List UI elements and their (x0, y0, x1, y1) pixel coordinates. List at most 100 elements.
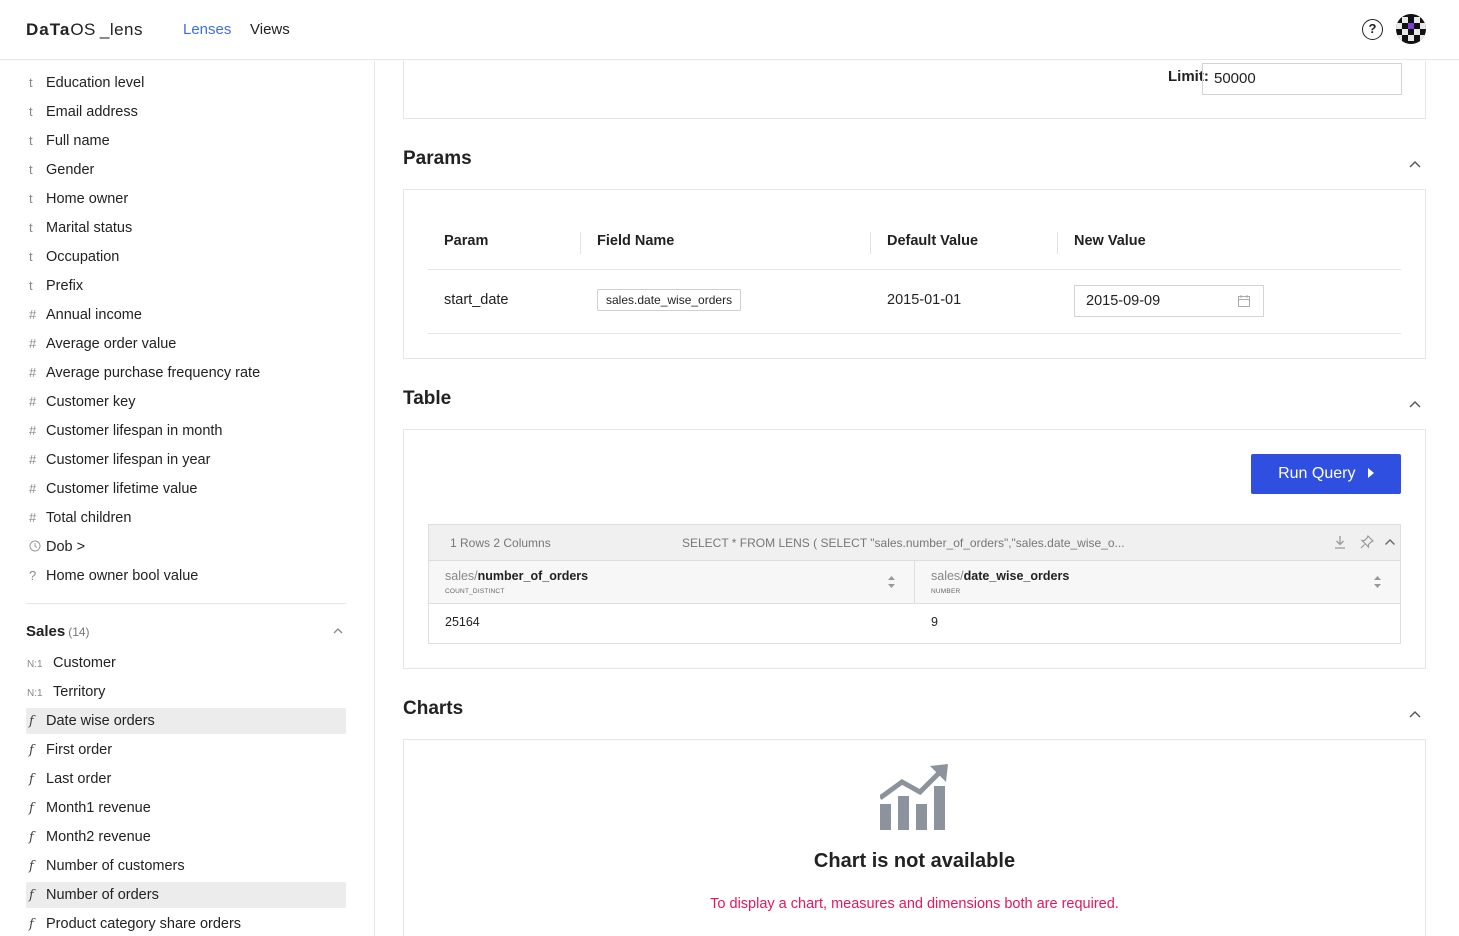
sidebar-field-item[interactable]: t Home owner (26, 186, 346, 212)
default-value: 2015-01-01 (887, 292, 962, 308)
sidebar-field-item[interactable]: t Marital status (26, 215, 346, 241)
sort-icon[interactable] (1373, 575, 1382, 589)
sidebar-field-item[interactable]: t Full name (26, 128, 346, 154)
sidebar-field-item[interactable]: f Date wise orders (26, 708, 346, 734)
run-query-button[interactable]: Run Query (1251, 454, 1401, 494)
nav-lenses[interactable]: Lenses (183, 21, 231, 38)
field-name-header: Field Name (597, 233, 675, 249)
sidebar-field-item[interactable]: N:1 Territory (26, 679, 346, 705)
sidebar-field-item[interactable]: # Total children (26, 505, 346, 531)
results-grid: 1 Rows 2 Columns SELECT * FROM LENS ( SE… (428, 524, 1401, 644)
limit-card: Limit: 50000 (403, 61, 1426, 119)
sidebar-field-item[interactable]: t Email address (26, 99, 346, 125)
results-toolbar: 1 Rows 2 Columns SELECT * FROM LENS ( SE… (429, 525, 1400, 561)
sidebar-field-item[interactable]: f Last order (26, 766, 346, 792)
sidebar-field-item[interactable]: # Customer lifetime value (26, 476, 346, 502)
column-type: COUNT_DISTINCT (445, 588, 505, 595)
relation-icon: N:1 (27, 688, 43, 699)
sidebar-field-item[interactable]: f First order (26, 737, 346, 763)
fields-sidebar: t Education level t Email address t Full name… (0, 61, 375, 936)
unknown-type-icon: ? (29, 568, 37, 583)
group-title-sales[interactable]: Sales (14) (26, 623, 90, 640)
number-type-icon: # (29, 394, 37, 409)
sidebar-field-label: Email address (46, 104, 138, 120)
sidebar-field-label: First order (46, 742, 113, 758)
limit-input[interactable]: 50000 (1202, 63, 1402, 95)
number-type-icon: # (29, 423, 37, 438)
new-value-header: New Value (1074, 233, 1146, 249)
sort-icon[interactable] (887, 575, 896, 589)
divider (26, 603, 346, 604)
sidebar-field-item[interactable]: # Customer key (26, 389, 346, 415)
sidebar-field-label: Customer lifespan in month (46, 423, 223, 439)
charts-title: Charts (403, 698, 464, 719)
function-icon: f (29, 917, 34, 932)
sidebar-field-item[interactable]: # Customer lifespan in month (26, 418, 346, 444)
avatar[interactable] (1396, 14, 1426, 44)
sidebar-field-item[interactable]: f Number of orders (26, 882, 346, 908)
chevron-up-icon[interactable] (1408, 157, 1422, 171)
column-type: NUMBER (931, 588, 961, 595)
pin-icon[interactable] (1360, 535, 1374, 549)
sidebar-field-item[interactable]: f Month1 revenue (26, 795, 346, 821)
sidebar-field-item[interactable]: f Product category share orders (26, 911, 346, 936)
sidebar-field-item[interactable]: # Customer lifespan in year (26, 447, 346, 473)
text-type-icon: t (29, 249, 33, 264)
column-header[interactable]: sales/date_wise_orders NUMBER (915, 561, 1400, 604)
sidebar-field-item[interactable]: t Occupation (26, 244, 346, 270)
query-preview[interactable]: SELECT * FROM LENS ( SELECT "sales.numbe… (682, 536, 1125, 550)
chevron-up-icon[interactable] (1384, 536, 1396, 548)
column-header[interactable]: sales/number_of_orders COUNT_DISTINCT (429, 561, 915, 604)
text-type-icon: t (29, 75, 33, 90)
sidebar-field-label: Marital status (46, 220, 133, 236)
sidebar-field-item[interactable]: t Prefix (26, 273, 346, 299)
app-logo[interactable]: DaTaOS _lens (26, 20, 143, 40)
nav-views[interactable]: Views (250, 21, 290, 38)
sidebar-field-label: Average purchase frequency rate (46, 365, 261, 381)
chart-empty-message: To display a chart, measures and dimensi… (710, 896, 1119, 912)
column-separator (580, 232, 581, 254)
default-value-header: Default Value (887, 233, 979, 249)
sidebar-field-label: Annual income (46, 307, 142, 323)
clock-icon (26, 534, 46, 560)
help-icon[interactable]: ? (1362, 19, 1383, 40)
download-icon[interactable] (1334, 535, 1346, 549)
results-summary: 1 Rows 2 Columns (450, 536, 551, 550)
sidebar-field-label: Customer lifespan in year (46, 452, 211, 468)
chevron-up-icon[interactable] (1408, 397, 1422, 411)
sidebar-field-item[interactable]: # Annual income (26, 302, 346, 328)
chevron-up-icon[interactable] (1408, 707, 1422, 721)
sidebar-field-item[interactable]: t Gender (26, 157, 346, 183)
sidebar-field-label: Full name (46, 133, 110, 149)
field-name-chip: sales.date_wise_orders (597, 289, 742, 311)
number-type-icon: # (29, 307, 37, 322)
sidebar-field-label: Customer (53, 655, 116, 671)
calendar-icon[interactable] (1238, 295, 1250, 307)
sidebar-field-label: Total children (46, 510, 132, 526)
sidebar-field-label: Home owner (46, 191, 129, 207)
sidebar-field-label: Last order (46, 771, 112, 787)
text-type-icon: t (29, 278, 33, 293)
sidebar-field-label: Customer key (46, 394, 136, 410)
function-icon: f (29, 801, 34, 816)
sidebar-field-item[interactable]: ? Home owner bool value (26, 563, 346, 589)
table-cell[interactable]: 9 (931, 615, 938, 629)
sidebar-field-item[interactable]: f Month2 revenue (26, 824, 346, 850)
sidebar-field-item[interactable]: Dob > (26, 534, 346, 560)
play-icon (1367, 468, 1374, 478)
number-type-icon: # (29, 481, 37, 496)
sidebar-field-item[interactable]: N:1 Customer (26, 650, 346, 676)
sidebar-field-item[interactable]: f Number of customers (26, 853, 346, 879)
table-card: Run Query 1 Rows 2 Columns SELECT * FROM… (403, 429, 1426, 669)
text-type-icon: t (29, 162, 33, 177)
chevron-up-icon[interactable] (332, 625, 344, 637)
sidebar-field-label: Date wise orders (46, 713, 155, 729)
table-cell[interactable]: 25164 (445, 615, 480, 629)
new-value-date-input[interactable]: 2015-09-09 (1074, 285, 1264, 317)
sidebar-field-label: Product category share orders (46, 916, 242, 932)
function-icon: f (29, 714, 34, 729)
sidebar-field-item[interactable]: # Average order value (26, 331, 346, 357)
sidebar-field-item[interactable]: t Education level (26, 70, 346, 96)
sidebar-field-item[interactable]: # Average purchase frequency rate (26, 360, 346, 386)
sidebar-field-label: Month1 revenue (46, 800, 151, 816)
